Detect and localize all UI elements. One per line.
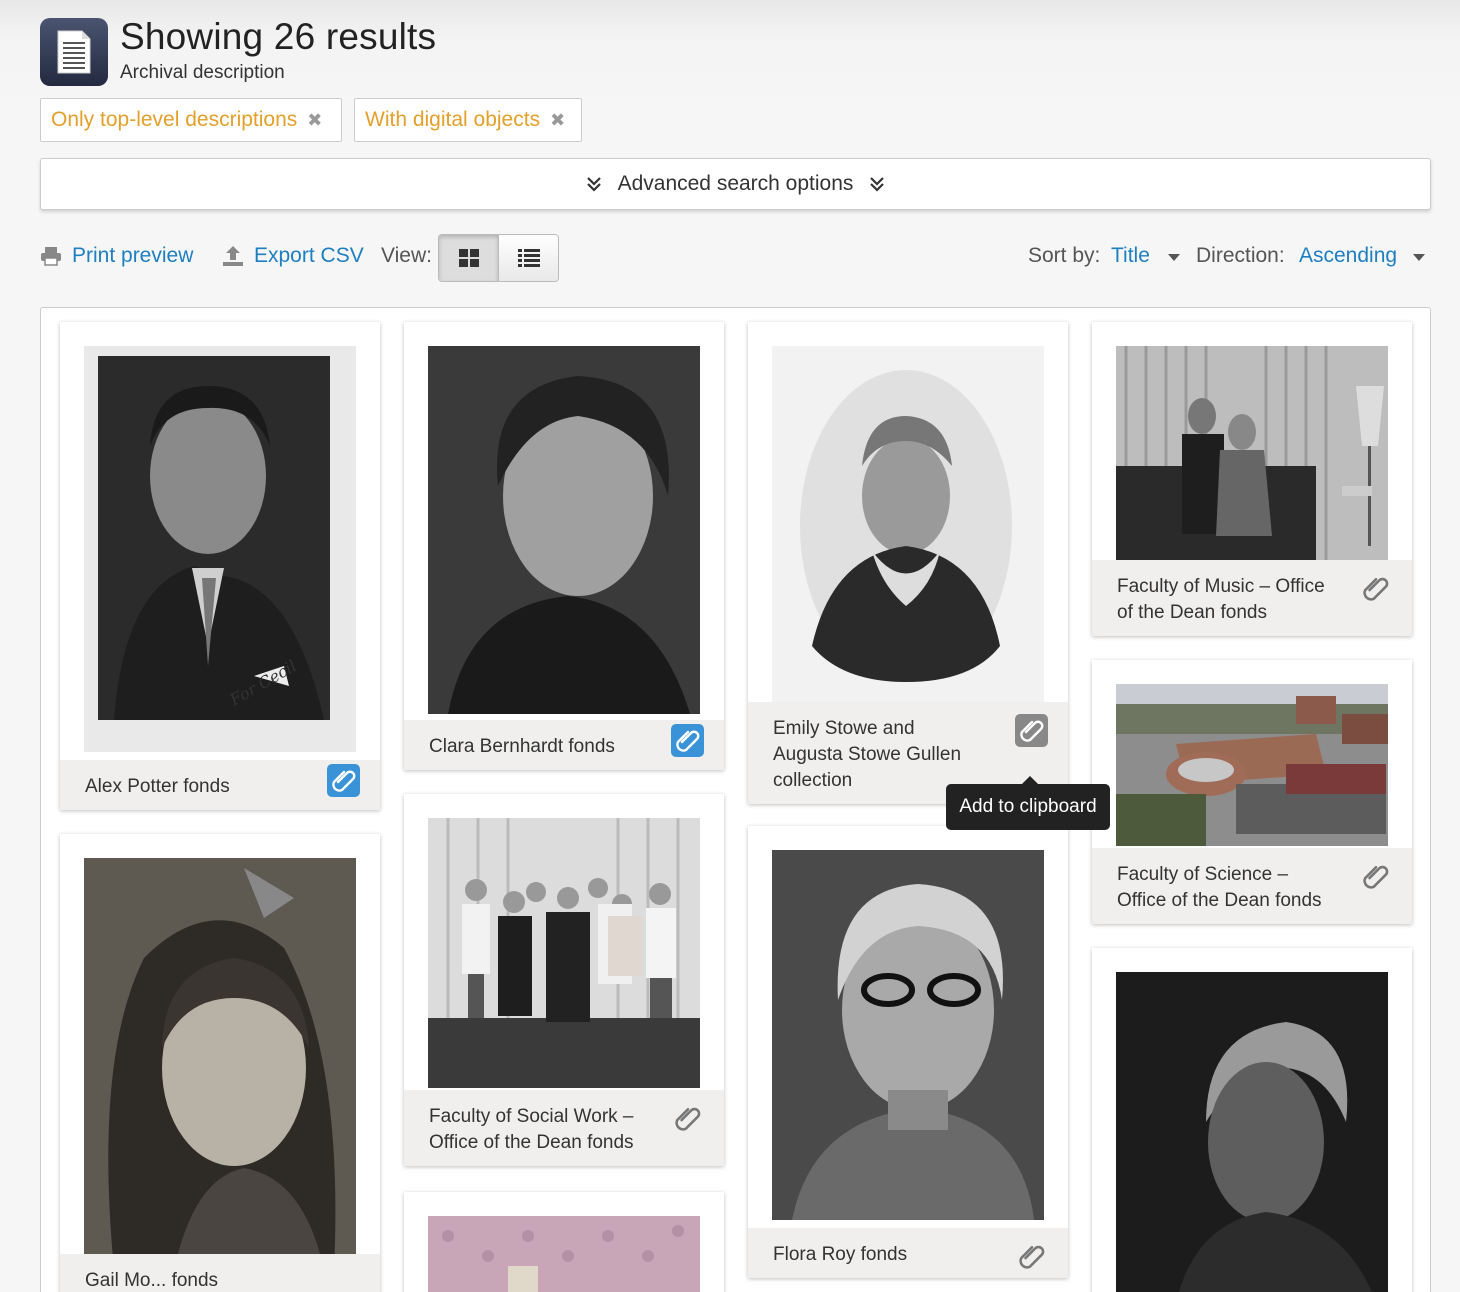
thumbnail-image[interactable]: For Cecil [84, 346, 356, 752]
export-csv-link[interactable]: Export CSV [222, 244, 364, 268]
caret-down-icon[interactable] [1168, 254, 1180, 261]
thumbnail-image[interactable] [1116, 684, 1388, 846]
result-title[interactable]: Gail Mo... fonds [85, 1270, 218, 1291]
filter-tag-label: With digital objects [365, 108, 541, 131]
filter-tag-digital-objects[interactable]: With digital objects ✖ [354, 98, 582, 142]
filter-tag-top-level[interactable]: Only top-level descriptions ✖ [40, 98, 342, 142]
advanced-search-toggle[interactable]: Advanced search options [40, 158, 1431, 210]
paperclip-icon[interactable] [1359, 860, 1392, 893]
paperclip-icon[interactable] [327, 764, 360, 797]
result-card[interactable]: Clara Bernhardt fonds [404, 322, 724, 770]
sort-by-label: Sort by: [1028, 244, 1101, 267]
view-toggle [438, 234, 559, 282]
page-subtitle: Archival description [120, 62, 285, 83]
print-preview-link[interactable]: Print preview [40, 244, 193, 268]
table-view-button[interactable] [499, 235, 558, 281]
remove-filter-icon[interactable]: ✖ [550, 110, 565, 131]
thumbnail-image[interactable] [84, 858, 356, 1270]
result-title[interactable]: Faculty of Social Work – Office of the D… [429, 1106, 634, 1153]
list-icon [517, 249, 540, 267]
paperclip-icon[interactable] [1015, 1240, 1048, 1273]
thumbnail-image[interactable] [772, 346, 1044, 726]
card-footer: Flora Roy fonds [748, 1228, 1068, 1278]
thumbnail-image[interactable] [428, 1216, 700, 1292]
double-chevron-down-icon [869, 176, 885, 192]
paperclip-icon[interactable] [671, 1102, 704, 1135]
thumbnail-image[interactable] [1116, 346, 1388, 560]
card-footer: Faculty of Social Work – Office of the D… [404, 1090, 724, 1166]
card-footer: Alex Potter fonds [60, 760, 380, 810]
caret-down-icon[interactable] [1413, 254, 1425, 261]
result-title[interactable]: Clara Bernhardt fonds [429, 736, 615, 757]
card-footer: Gail Mo... fonds [60, 1254, 380, 1292]
paperclip-icon[interactable] [1015, 714, 1048, 747]
print-icon [40, 246, 62, 266]
result-card[interactable]: Faculty of Science – Office of the Dean … [1092, 660, 1412, 924]
result-card[interactable]: Gail Mo... fonds [60, 834, 380, 1292]
archival-description-icon [40, 18, 108, 86]
result-title[interactable]: Alex Potter fonds [85, 776, 230, 797]
sort-by-dropdown[interactable]: Title [1111, 244, 1150, 268]
clipboard-tooltip: Add to clipboard [946, 776, 1110, 830]
result-card[interactable]: Faculty of Music – Office of the Dean fo… [1092, 322, 1412, 636]
export-csv-label: Export CSV [254, 244, 364, 267]
paperclip-icon[interactable] [1359, 572, 1392, 605]
grid-icon [458, 249, 479, 267]
thumbnail-image[interactable] [1116, 972, 1388, 1292]
print-preview-label: Print preview [72, 244, 194, 267]
result-card[interactable]: Emily Stowe and Augusta Stowe Gullen col… [748, 322, 1068, 804]
result-title[interactable]: Flora Roy fonds [773, 1244, 907, 1265]
thumbnail-image[interactable] [428, 346, 700, 714]
result-card[interactable]: Flora Roy fonds [748, 826, 1068, 1278]
filter-tag-label: Only top-level descriptions [51, 108, 298, 131]
page-title: Showing 26 results [120, 16, 437, 57]
result-card[interactable] [404, 1192, 724, 1292]
result-title[interactable]: Faculty of Science – Office of the Dean … [1117, 864, 1322, 911]
paperclip-icon[interactable] [671, 724, 704, 757]
direction-dropdown[interactable]: Ascending [1299, 244, 1397, 268]
remove-filter-icon[interactable]: ✖ [307, 110, 322, 131]
card-footer: Clara Bernhardt fonds [404, 720, 724, 770]
direction-label: Direction: [1196, 244, 1285, 267]
card-view-button[interactable] [439, 235, 499, 281]
advanced-search-label: Advanced search options [617, 172, 854, 195]
result-title[interactable]: Faculty of Music – Office of the Dean fo… [1117, 576, 1325, 623]
card-footer: Faculty of Music – Office of the Dean fo… [1092, 560, 1412, 636]
result-card[interactable] [1092, 948, 1412, 1292]
upload-icon [222, 245, 244, 267]
double-chevron-down-icon [586, 176, 602, 192]
view-label: View: [381, 244, 432, 267]
result-title[interactable]: Emily Stowe and Augusta Stowe Gullen col… [773, 718, 961, 791]
card-footer: Faculty of Science – Office of the Dean … [1092, 848, 1412, 924]
result-card[interactable]: For Cecil Alex Potter fonds [60, 322, 380, 810]
thumbnail-image[interactable] [772, 850, 1044, 1220]
thumbnail-image[interactable] [428, 818, 700, 1088]
result-card[interactable]: Faculty of Social Work – Office of the D… [404, 794, 724, 1166]
